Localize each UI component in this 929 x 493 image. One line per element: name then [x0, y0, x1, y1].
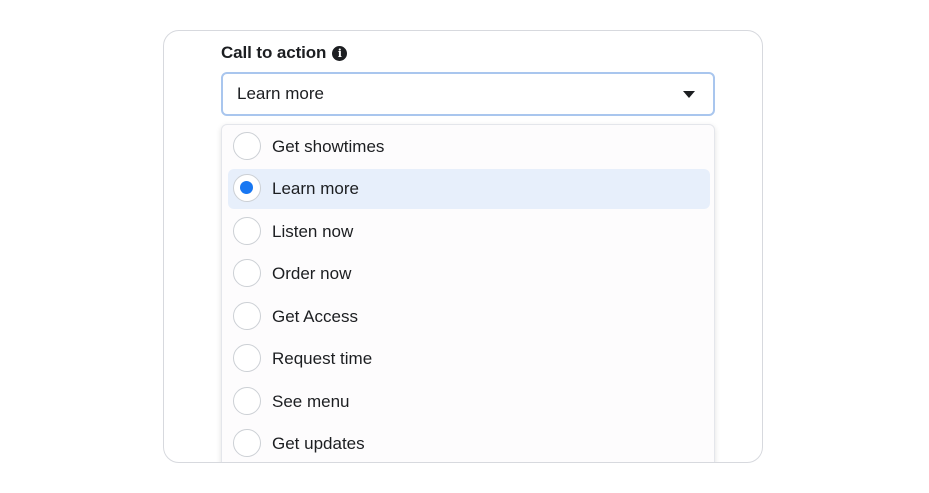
option-label: Get showtimes — [272, 137, 385, 156]
caret-down-icon — [683, 91, 695, 98]
radio-button[interactable] — [233, 344, 261, 372]
select-value: Learn more — [237, 84, 324, 103]
option-get-access[interactable]: Get Access — [228, 297, 710, 337]
option-see-menu[interactable]: See menu — [228, 382, 710, 422]
option-label: See menu — [272, 392, 350, 411]
option-order-now[interactable]: Order now — [228, 254, 710, 294]
option-label: Listen now — [272, 222, 354, 241]
option-request-time[interactable]: Request time — [228, 339, 710, 379]
radio-button[interactable] — [233, 429, 261, 457]
call-to-action-label: Call to action i — [221, 43, 348, 63]
call-to-action-card: Call to action i Learn more Get showtime… — [163, 30, 763, 463]
option-label: Get Access — [272, 307, 358, 326]
option-get-showtimes[interactable]: Get showtimes — [228, 127, 710, 167]
option-label: Learn more — [272, 179, 359, 198]
option-get-updates[interactable]: Get updates — [228, 424, 710, 462]
option-listen-now[interactable]: Listen now — [228, 212, 710, 252]
call-to-action-dropdown: Get showtimes Learn more Listen now Orde… — [221, 124, 715, 462]
info-icon[interactable]: i — [332, 45, 348, 61]
radio-button[interactable] — [233, 302, 261, 330]
radio-button[interactable] — [233, 132, 261, 160]
radio-button[interactable] — [233, 217, 261, 245]
call-to-action-select[interactable]: Learn more — [221, 72, 715, 116]
radio-button[interactable] — [233, 259, 261, 287]
radio-button-selected[interactable] — [233, 174, 261, 202]
radio-button[interactable] — [233, 387, 261, 415]
option-label: Order now — [272, 264, 352, 283]
field-label-text: Call to action — [221, 43, 327, 62]
option-label: Get updates — [272, 434, 365, 453]
option-learn-more[interactable]: Learn more — [228, 169, 710, 209]
option-label: Request time — [272, 349, 373, 368]
